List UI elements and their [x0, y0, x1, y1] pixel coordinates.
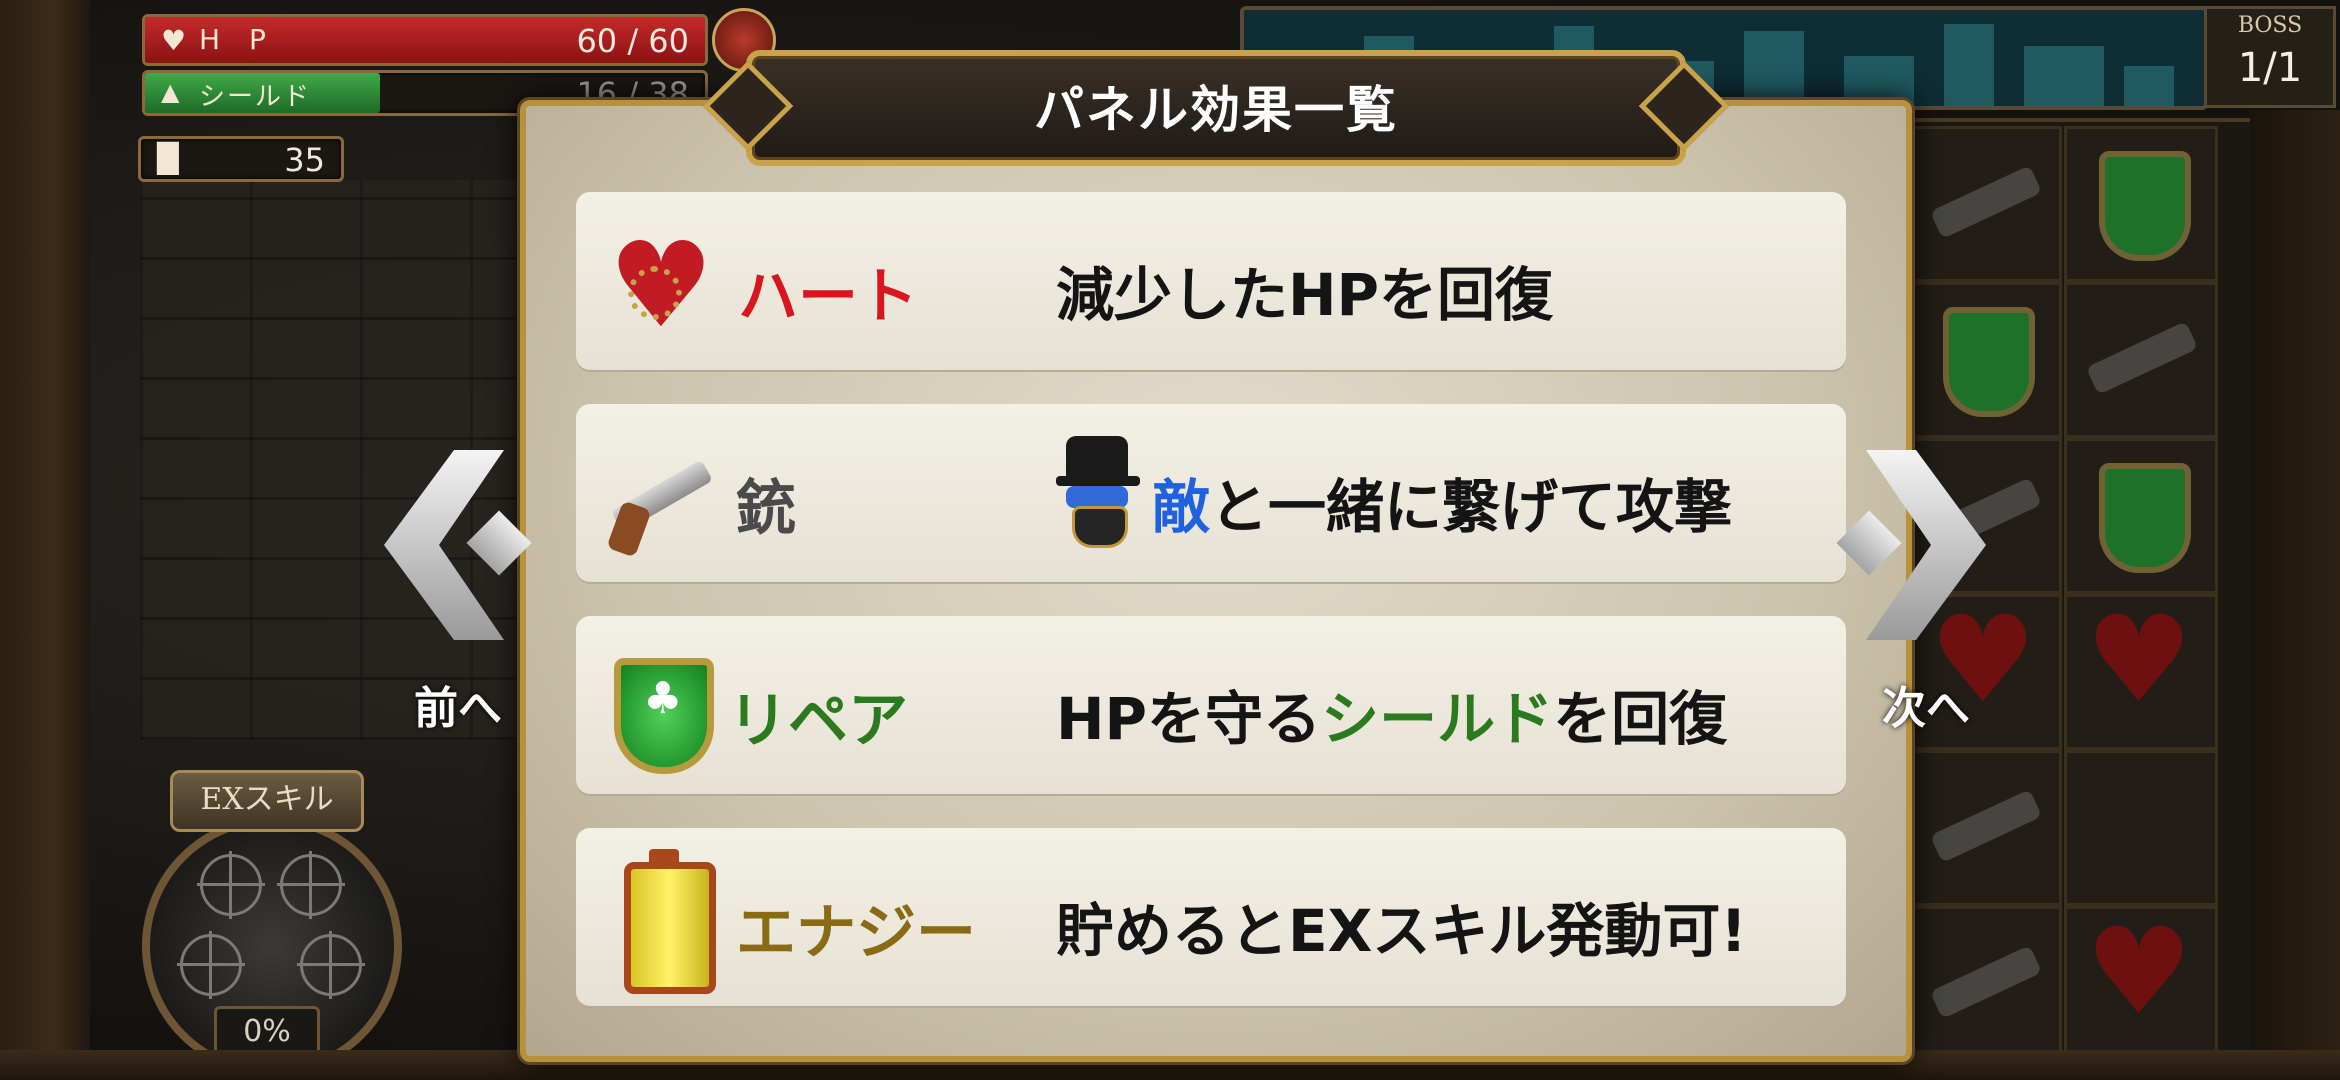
ex-skill-gauge[interactable]: EXスキル 0%	[130, 770, 402, 1076]
grid-cell-shield[interactable]	[1908, 282, 2062, 438]
effect-description: 減少したHPを回復	[1056, 248, 1553, 332]
crosshair-icon	[197, 851, 265, 919]
dialog-title: パネル効果一覧	[1034, 81, 1398, 139]
desc-part: 減少したHPを回復	[1056, 261, 1554, 329]
grid-cell-gun[interactable]	[1908, 750, 2062, 906]
desc-part: シールド	[1321, 685, 1554, 753]
grid-cell-gun[interactable]	[1908, 126, 2062, 282]
shield-panel-icon	[606, 654, 716, 774]
prev-page-button[interactable]	[384, 450, 532, 640]
shield-label: シールド	[199, 82, 312, 112]
hp-label: H P	[199, 23, 276, 56]
heart-panel-icon: ♥	[608, 216, 714, 354]
enemy-goggles	[1066, 486, 1128, 508]
grid-cell-gun[interactable]	[1908, 906, 2062, 1062]
effect-description: 敵と一緒に繋げて攻撃	[1152, 460, 1732, 544]
pistol-icon: █	[157, 142, 179, 175]
crosshair-icon	[297, 931, 365, 999]
effect-name: 銃	[736, 474, 796, 544]
battery-panel-icon	[606, 849, 716, 994]
gun-panel-icon	[606, 442, 716, 558]
ammo-value: 35	[284, 141, 325, 179]
right-frame	[2250, 110, 2340, 1080]
desc-part: HPを守る	[1056, 685, 1322, 753]
next-page-button[interactable]	[1836, 450, 1986, 640]
boss-counter: BOSS 1/1	[2204, 6, 2336, 108]
effect-name: リペア	[728, 686, 908, 756]
grid-cell-heart[interactable]	[2064, 594, 2218, 750]
gear-icon	[628, 266, 682, 320]
effect-row-heart: ♥ ハート 減少したHPを回復	[576, 192, 1846, 370]
battery-icon	[624, 849, 716, 994]
grid-cell-shield[interactable]	[2064, 438, 2218, 594]
enemy-hat-brim	[1056, 476, 1140, 486]
grid-cell-heart[interactable]	[2064, 906, 2218, 1062]
dialog-title-plate: パネル効果一覧	[746, 50, 1686, 166]
boss-label: BOSS	[2237, 13, 2303, 38]
enemy-icon	[1052, 436, 1148, 548]
effect-description: 貯めるとEXスキル発動可!	[1056, 884, 1747, 968]
skyline-building	[2024, 46, 2104, 106]
hp-bar: ♥ H P 60 / 60	[142, 14, 708, 66]
effect-row-energy: エナジー 貯めるとEXスキル発動可!	[576, 828, 1846, 1006]
desc-part: を回復	[1553, 685, 1728, 753]
gun-grip	[606, 500, 652, 558]
effect-name: ハート	[738, 262, 918, 332]
left-frame	[0, 0, 90, 1080]
effect-description: HPを守るシールドを回復	[1056, 672, 1727, 756]
grid-cell-battery[interactable]	[2064, 750, 2218, 906]
hp-value: 60 / 60	[576, 22, 689, 60]
grid-cell-gun[interactable]	[2064, 282, 2218, 438]
effect-row-gun: 銃 敵と一緒に繋げて攻撃	[576, 404, 1846, 582]
crosshair-icon	[177, 931, 245, 999]
effect-row-repair: リペア HPを守るシールドを回復	[576, 616, 1846, 794]
skyline-building	[1944, 24, 1994, 106]
effect-name: エナジー	[736, 898, 976, 968]
ammo-bar: █ 35	[138, 136, 344, 182]
skyline-building	[1844, 56, 1914, 106]
ex-skill-title: EXスキル	[170, 770, 364, 832]
grid-cell-shield[interactable]	[2064, 126, 2218, 282]
heart-icon: ♥	[161, 24, 187, 57]
next-label[interactable]: 次へ	[1882, 672, 1970, 736]
desc-part: 敵	[1152, 473, 1211, 541]
skyline-building	[1744, 31, 1804, 106]
club-shield-icon	[614, 658, 714, 774]
desc-part: と一緒に繋げて攻撃	[1210, 473, 1733, 541]
skyline-building	[2124, 66, 2174, 106]
shirt-icon: ▲	[161, 78, 180, 106]
prev-label[interactable]: 前へ	[414, 672, 502, 736]
enemy-gas-mask	[1072, 506, 1128, 548]
desc-part: 貯めるとEXスキル発動可!	[1056, 897, 1747, 965]
crosshair-icon	[277, 851, 345, 919]
boss-count: 1/1	[2237, 45, 2303, 91]
